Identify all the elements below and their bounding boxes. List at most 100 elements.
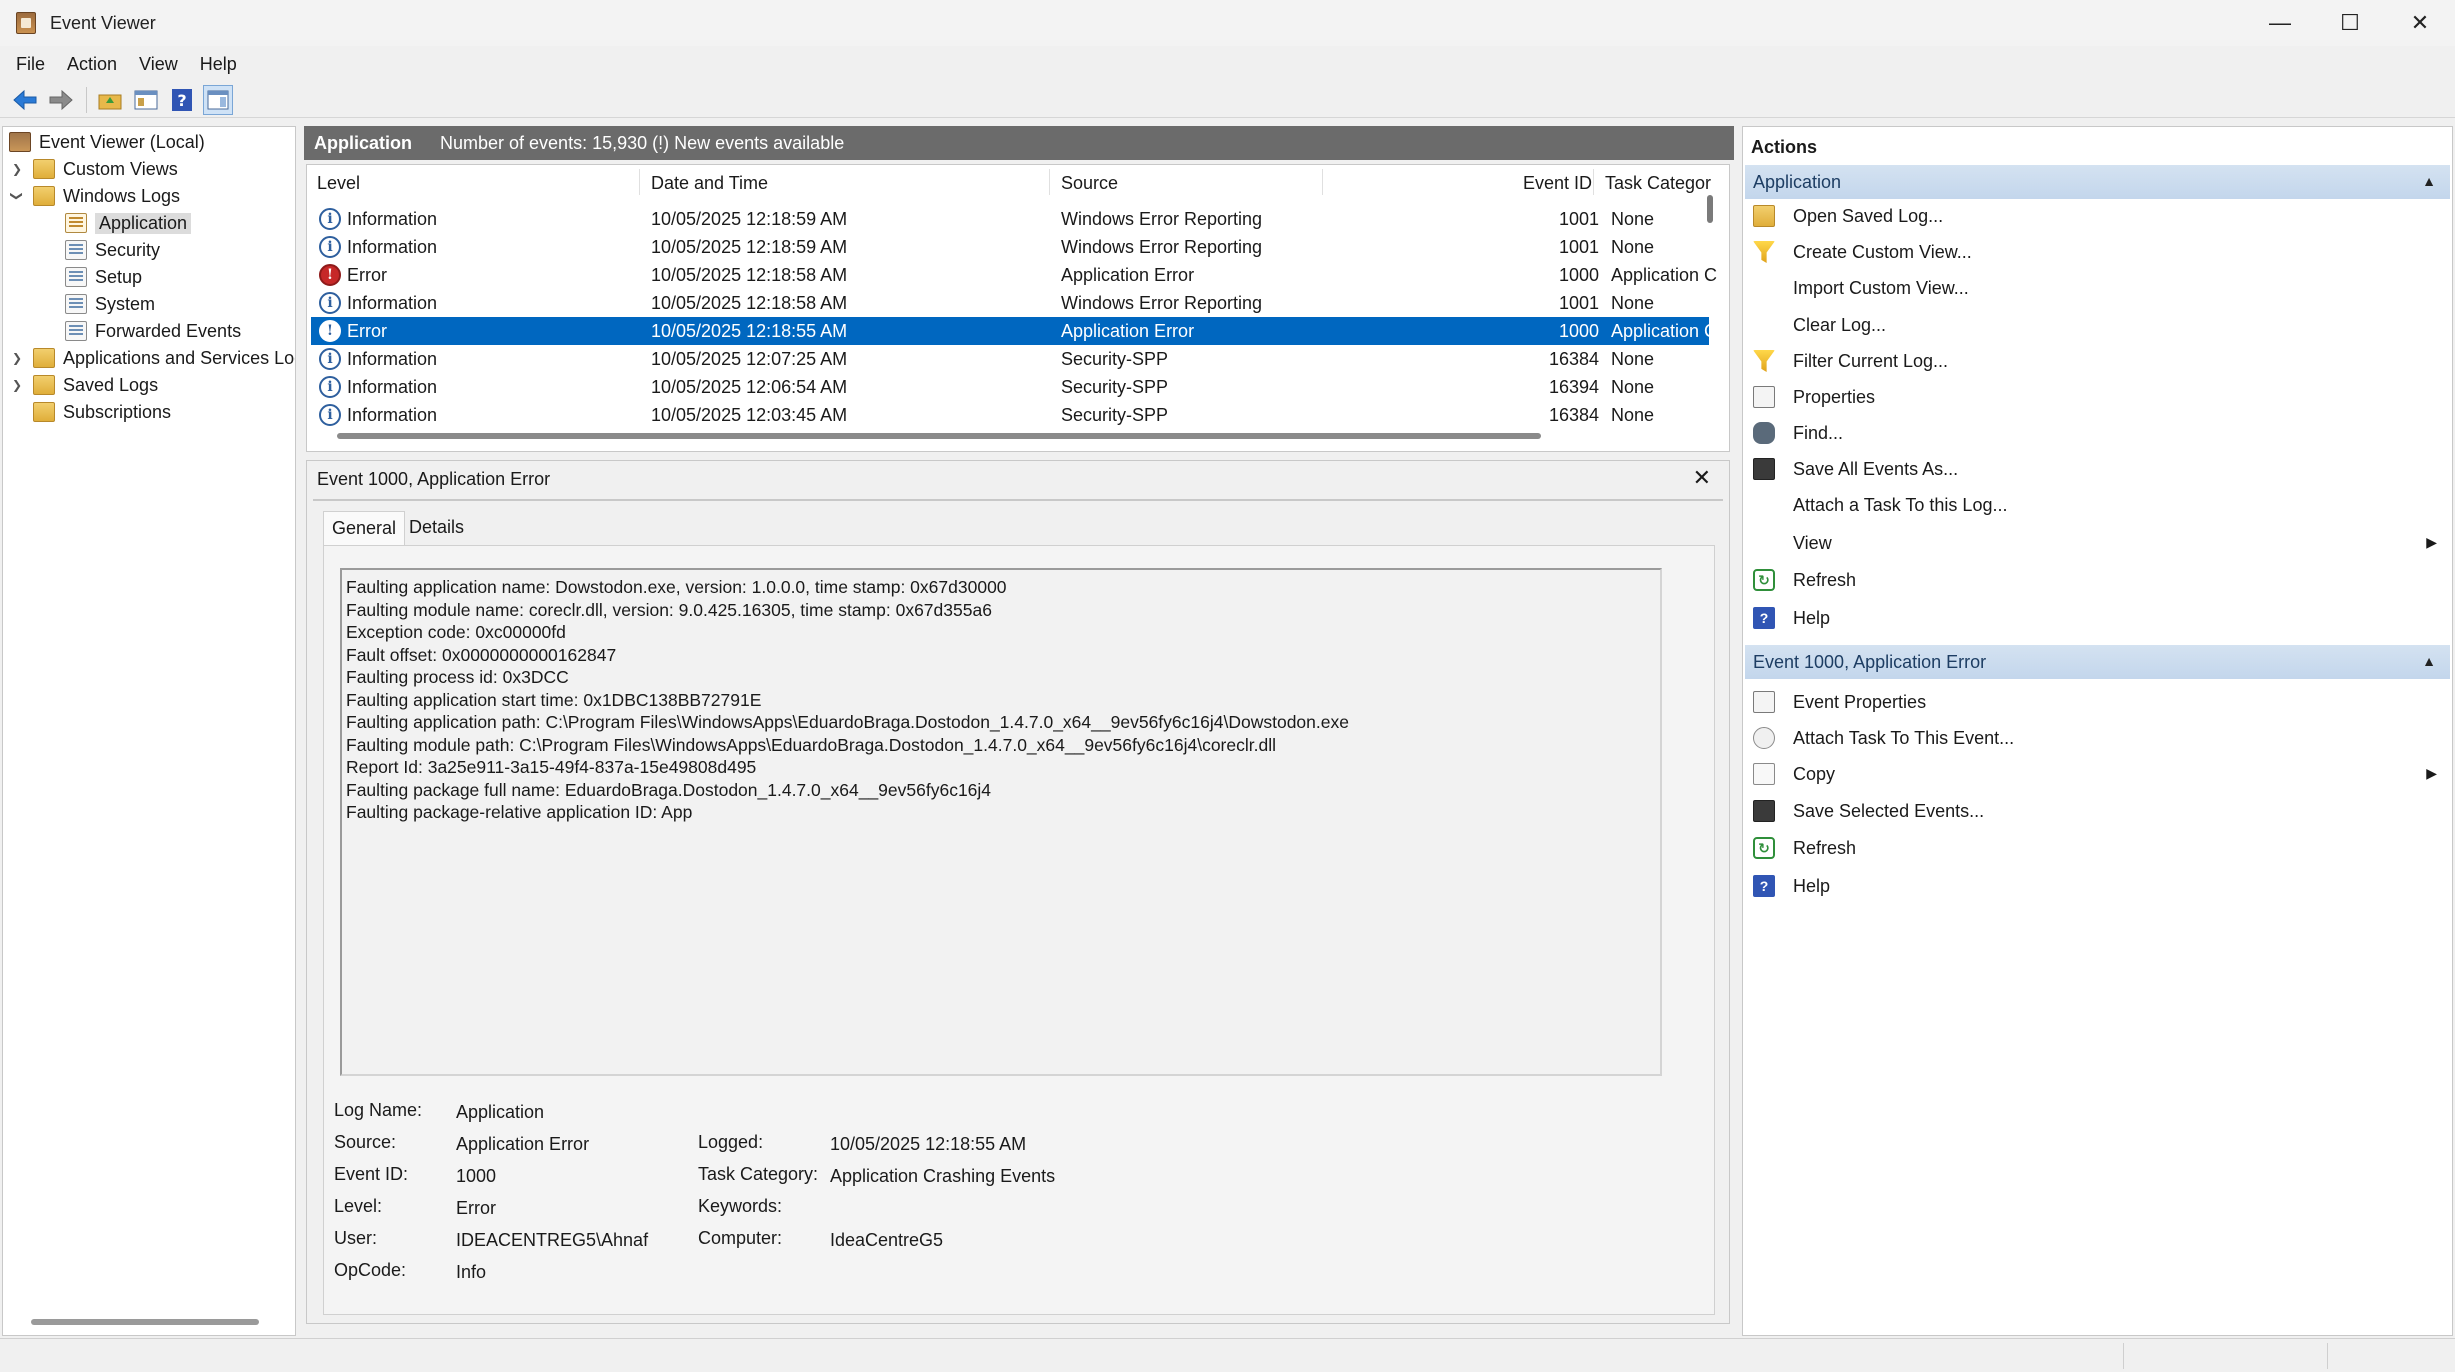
folder-icon [33, 375, 55, 395]
information-icon: i [319, 376, 341, 398]
value-user[interactable]: IDEACENTREG5\Ahnaf [456, 1230, 648, 1251]
column-header-task-category[interactable]: Task Categor [1605, 173, 1711, 194]
action-refresh-event[interactable]: ↻ Refresh [1749, 833, 2449, 863]
tree-item-windows-logs[interactable]: ❯ Windows Logs [9, 183, 180, 209]
action-copy[interactable]: Copy ▶ [1749, 759, 2449, 789]
action-view[interactable]: View ▶ [1749, 528, 2449, 558]
menu-view[interactable]: View [131, 54, 186, 75]
chevron-right-icon[interactable]: ❯ [9, 162, 25, 176]
chevron-down-icon[interactable]: ❯ [10, 188, 24, 204]
action-create-custom-view[interactable]: Create Custom View... [1749, 237, 2449, 267]
label-logged: Logged: [698, 1132, 764, 1152]
value-source[interactable]: Application Error [456, 1134, 589, 1155]
tab-details[interactable]: Details [401, 511, 472, 545]
table-row[interactable]: i Information 10/05/2025 12:18:59 AM Win… [311, 205, 1709, 233]
tree-item-application[interactable]: Application [65, 210, 192, 236]
action-attach-task-log[interactable]: Attach a Task To this Log... [1749, 490, 2449, 520]
tree-item-subscriptions[interactable]: Subscriptions [33, 399, 171, 425]
actions-section-event[interactable]: Event 1000, Application Error ▲ [1745, 645, 2450, 679]
column-divider[interactable] [1049, 169, 1050, 195]
close-detail-icon[interactable]: ✕ [1693, 465, 1711, 491]
table-row[interactable]: i Information 10/05/2025 12:03:45 AM Sec… [311, 401, 1709, 429]
toolbar: ? [0, 82, 2455, 118]
column-header-level[interactable]: Level [317, 173, 360, 194]
table-row[interactable]: i Information 10/05/2025 12:07:25 AM Sec… [311, 345, 1709, 373]
action-open-saved-log[interactable]: Open Saved Log... [1749, 201, 2449, 231]
log-icon [65, 321, 87, 341]
maximize-button[interactable]: ☐ [2315, 0, 2385, 46]
column-header-source[interactable]: Source [1061, 173, 1118, 194]
value-task-category[interactable]: Application Crashing Events [830, 1166, 1055, 1187]
tree-label: Forwarded Events [95, 320, 242, 341]
tree-item-setup[interactable]: Setup [65, 264, 142, 290]
menu-file[interactable]: File [8, 54, 53, 75]
table-row[interactable]: i Information 10/05/2025 12:18:58 AM Win… [311, 289, 1709, 317]
collapse-up-icon[interactable]: ▲ [2422, 653, 2436, 669]
tree-item-custom-views[interactable]: ❯ Custom Views [9, 156, 178, 182]
column-header-event-id[interactable]: Event ID [1523, 173, 1592, 194]
up-folder-icon[interactable] [95, 85, 125, 115]
action-refresh[interactable]: ↻ Refresh [1749, 565, 2449, 595]
back-arrow-icon[interactable] [10, 85, 40, 115]
event-description[interactable]: Faulting application name: Dowstodon.exe… [340, 568, 1662, 1076]
chevron-right-icon[interactable]: ❯ [9, 351, 25, 365]
action-attach-task-event[interactable]: Attach Task To This Event... [1749, 723, 2449, 753]
cell-task: None [1611, 237, 1655, 257]
actions-section-application[interactable]: Application ▲ [1745, 165, 2450, 199]
general-tab-body: Faulting application name: Dowstodon.exe… [323, 545, 1715, 1315]
tree-item-system[interactable]: System [65, 291, 155, 317]
folder-icon [33, 159, 55, 179]
events-vertical-scrollbar[interactable] [1707, 195, 1713, 223]
menu-action[interactable]: Action [59, 54, 125, 75]
tab-general[interactable]: General [323, 511, 406, 545]
action-import-custom-view[interactable]: Import Custom View... [1749, 273, 2449, 303]
tree-item-saved-logs[interactable]: ❯ Saved Logs [9, 372, 158, 398]
blank-icon [1753, 532, 1775, 554]
close-button[interactable]: ✕ [2385, 0, 2455, 46]
section-label: Event 1000, Application Error [1753, 651, 1987, 672]
tree-item-event-viewer-local[interactable]: Event Viewer (Local) [9, 129, 205, 155]
action-help[interactable]: ? Help [1749, 603, 2449, 633]
column-divider[interactable] [1322, 169, 1323, 195]
cell-date: 10/05/2025 12:06:54 AM [651, 377, 848, 397]
table-row[interactable]: i Information 10/05/2025 12:06:54 AM Sec… [311, 373, 1709, 401]
tree-horizontal-scrollbar[interactable] [31, 1319, 259, 1325]
action-save-selected-events[interactable]: Save Selected Events... [1749, 796, 2449, 826]
value-level[interactable]: Error [456, 1198, 496, 1219]
value-logged[interactable]: 10/05/2025 12:18:55 AM [830, 1134, 1026, 1155]
actions-title: Actions [1751, 137, 1818, 157]
table-row-selected[interactable]: ! Error 10/05/2025 12:18:55 AM Applicati… [311, 317, 1717, 345]
value-event-id[interactable]: 1000 [456, 1166, 496, 1187]
action-properties[interactable]: Properties [1749, 382, 2449, 412]
action-event-properties[interactable]: Event Properties [1749, 687, 2449, 717]
tree-item-applications-services[interactable]: ❯ Applications and Services Logs [9, 345, 295, 371]
help-icon: ? [1753, 607, 1775, 629]
chevron-right-icon[interactable]: ❯ [9, 378, 25, 392]
table-row[interactable]: ! Error 10/05/2025 12:18:58 AM Applicati… [311, 261, 1717, 289]
events-horizontal-scrollbar[interactable] [337, 433, 1541, 439]
forward-arrow-icon[interactable] [46, 85, 76, 115]
value-log-name[interactable]: Application [456, 1102, 544, 1123]
collapse-up-icon[interactable]: ▲ [2422, 173, 2436, 189]
action-clear-log[interactable]: Clear Log... [1749, 310, 2449, 340]
help-icon[interactable]: ? [167, 85, 197, 115]
column-divider[interactable] [639, 169, 640, 195]
minimize-button[interactable]: — [2245, 0, 2315, 46]
cell-level: Information [347, 293, 438, 313]
tree-item-forwarded-events[interactable]: Forwarded Events [65, 318, 241, 344]
value-computer[interactable]: IdeaCentreG5 [830, 1230, 943, 1251]
column-header-date[interactable]: Date and Time [651, 173, 768, 194]
column-divider[interactable] [1593, 169, 1594, 195]
tree-item-security[interactable]: Security [65, 237, 160, 263]
blank-icon [1753, 277, 1775, 299]
table-row[interactable]: i Information 10/05/2025 12:18:59 AM Win… [311, 233, 1709, 261]
value-opcode[interactable]: Info [456, 1262, 486, 1283]
menu-help[interactable]: Help [192, 54, 245, 75]
action-find[interactable]: Find... [1749, 418, 2449, 448]
action-help-event[interactable]: ? Help [1749, 871, 2449, 901]
action-save-all-events[interactable]: Save All Events As... [1749, 454, 2449, 484]
show-action-pane-icon[interactable] [203, 84, 233, 115]
action-label: View [1793, 532, 1832, 553]
show-hide-tree-icon[interactable] [131, 85, 161, 115]
action-filter-current-log[interactable]: Filter Current Log... [1749, 346, 2449, 376]
